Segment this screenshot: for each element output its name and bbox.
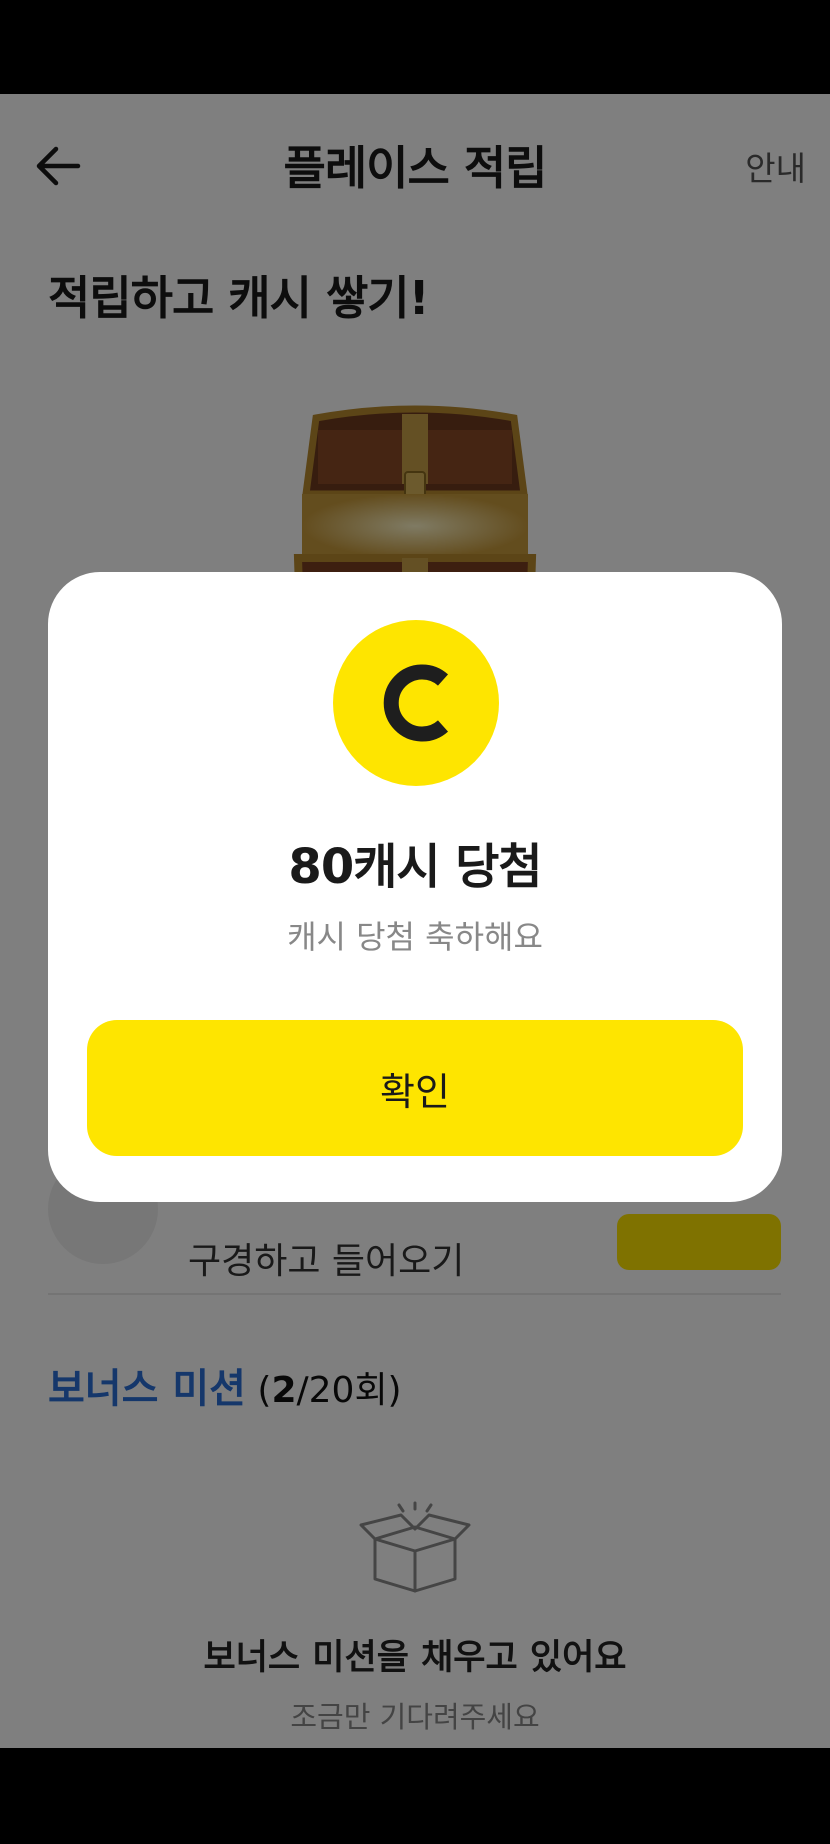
- dialog-title: 80캐시 당첨: [288, 839, 542, 895]
- app-screen: 플레이스 적립 안내 적립하고 캐시 쌓기! 구경하고 들어오기 보너스 미션 …: [0, 94, 830, 1748]
- cash-coin-icon: [333, 620, 499, 786]
- coin-letter-icon: [383, 664, 449, 742]
- reward-dialog: 80캐시 당첨 캐시 당첨 축하해요 확인: [48, 572, 782, 1202]
- dialog-subtitle: 캐시 당첨 축하해요: [287, 918, 543, 956]
- confirm-button[interactable]: 확인: [87, 1020, 743, 1156]
